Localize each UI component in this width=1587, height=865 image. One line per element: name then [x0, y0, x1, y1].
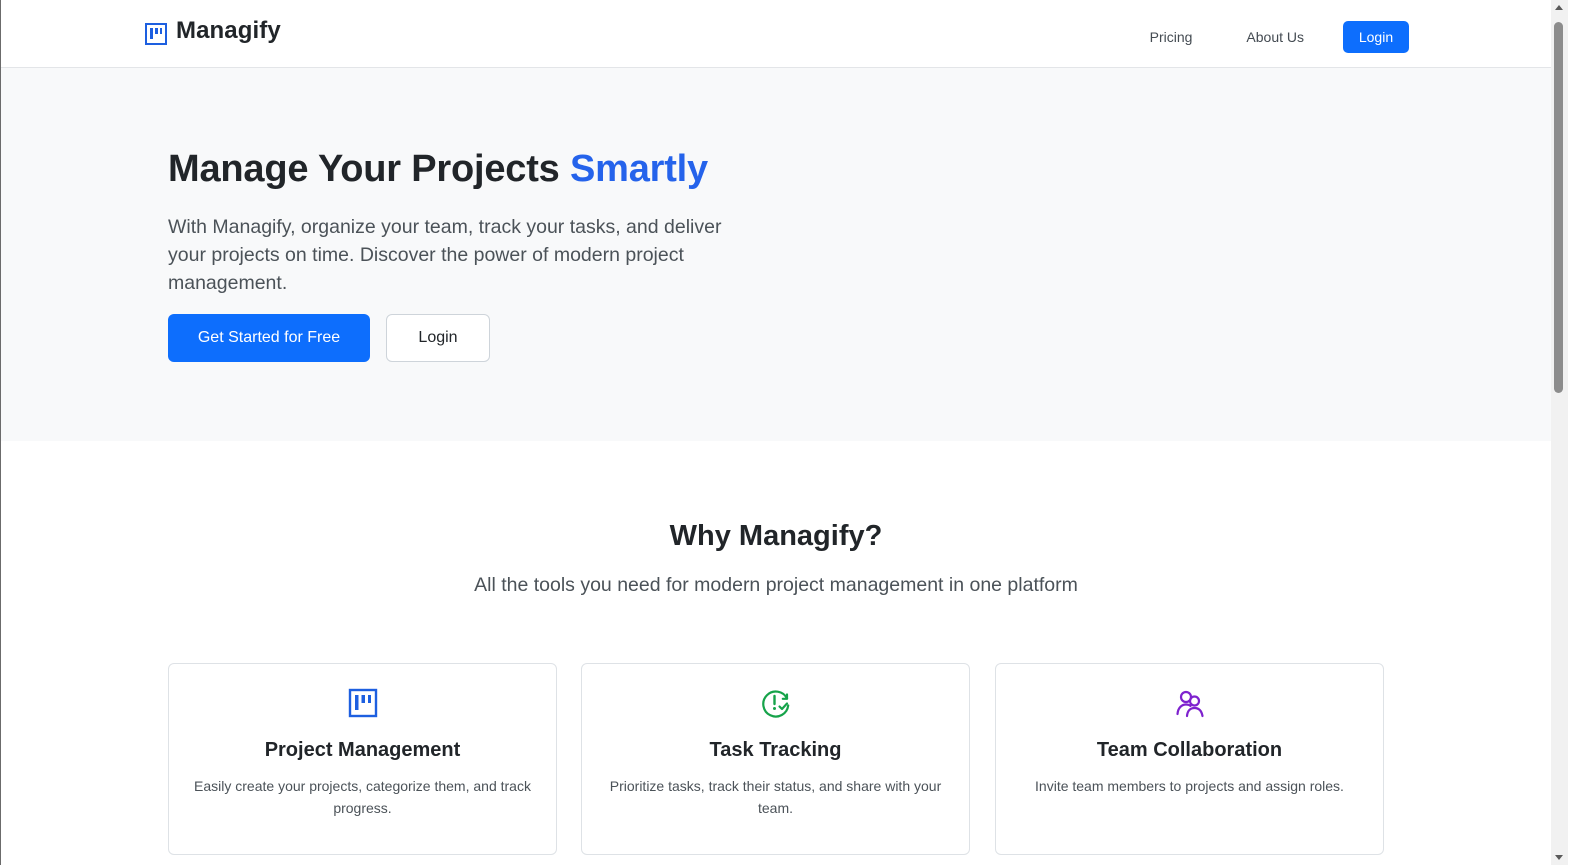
- brand-name: Managify: [176, 17, 281, 44]
- features-subtitle: All the tools you need for modern projec…: [474, 574, 1078, 596]
- feature-card-task-tracking: Task Tracking Prioritize tasks, track th…: [581, 663, 970, 855]
- feature-card-title: Project Management: [264, 739, 461, 761]
- page: Managify Pricing About Us Login Manage Y…: [0, 0, 1587, 865]
- scroll-up-icon[interactable]: [1555, 5, 1563, 10]
- feature-card-description: Easily create your projects, categorize …: [194, 778, 531, 816]
- feature-card-description: Prioritize tasks, track their status, an…: [609, 778, 942, 816]
- nav-link-about-us[interactable]: About Us: [1246, 21, 1304, 53]
- nav-link-pricing[interactable]: Pricing: [1150, 21, 1193, 53]
- window-gutter: [1568, 0, 1587, 865]
- nav-links: Pricing About Us Login: [1150, 21, 1409, 53]
- kanban-icon: [348, 688, 377, 718]
- scrollbar-thumb[interactable]: [1554, 22, 1563, 393]
- feature-card-title: Team Collaboration: [1096, 739, 1283, 761]
- vertical-scrollbar[interactable]: [1551, 0, 1568, 865]
- hero-login-button[interactable]: Login: [386, 314, 490, 362]
- hero-description: With Managify, organize your team, track…: [168, 216, 722, 294]
- navbar: Managify Pricing About Us Login: [1, 0, 1551, 68]
- features-title: Why Managify?: [669, 520, 883, 552]
- hero-title: Manage Your Projects Smartly: [168, 148, 708, 191]
- get-started-button[interactable]: Get Started for Free: [168, 314, 370, 362]
- feature-card-team-collaboration: Team Collaboration Invite team members t…: [995, 663, 1384, 855]
- brand-link[interactable]: Managify: [145, 17, 281, 45]
- clock-check-icon: [761, 690, 789, 718]
- hero-title-main: Manage Your Projects: [168, 148, 570, 190]
- feature-card-project-management: Project Management Easily create your pr…: [168, 663, 557, 855]
- hero-section: Manage Your Projects Smartly With Managi…: [1, 68, 1551, 441]
- feature-card-description: Invite team members to projects and assi…: [1035, 778, 1344, 794]
- scroll-down-icon[interactable]: [1555, 855, 1563, 860]
- people-icon: [1175, 690, 1204, 718]
- kanban-icon: [145, 23, 167, 45]
- feature-card-title: Task Tracking: [709, 739, 842, 761]
- hero-title-accent: Smartly: [569, 148, 708, 190]
- nav-login-button[interactable]: Login: [1343, 21, 1409, 53]
